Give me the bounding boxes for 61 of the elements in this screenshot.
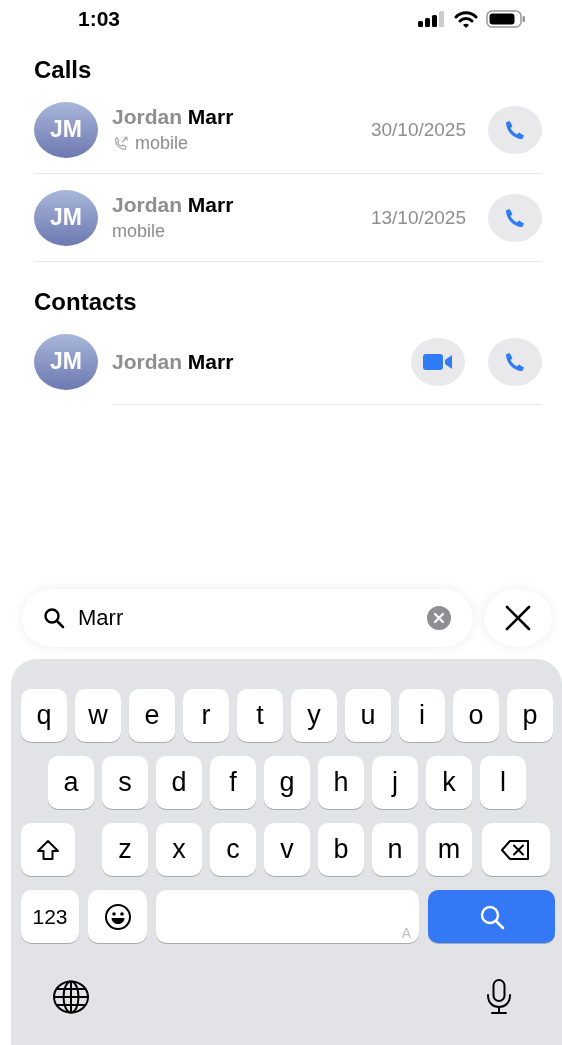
letter-key[interactable]: c	[210, 823, 256, 876]
numbers-key[interactable]: 123	[21, 890, 79, 943]
letter-key[interactable]: a	[48, 756, 94, 809]
signal-icon	[418, 11, 446, 27]
search-key[interactable]	[428, 890, 555, 943]
video-camera-icon	[423, 351, 453, 372]
call-date: 30/10/2025	[370, 118, 466, 141]
letter-key[interactable]: z	[102, 823, 148, 876]
letter-key[interactable]: e	[129, 689, 175, 742]
avatar: JM	[34, 101, 98, 158]
letter-key[interactable]: u	[345, 689, 391, 742]
letter-key[interactable]: i	[399, 689, 445, 742]
emoji-key[interactable]	[88, 890, 147, 943]
contact-name: Jordan Marr	[112, 349, 235, 374]
shift-key[interactable]	[21, 823, 75, 876]
letter-key[interactable]: h	[318, 756, 364, 809]
letter-key[interactable]: f	[210, 756, 256, 809]
letter-key[interactable]: w	[75, 689, 121, 742]
section-title: Contacts	[34, 287, 138, 317]
letter-key[interactable]: j	[372, 756, 418, 809]
search-field[interactable]: Marr	[22, 589, 473, 647]
call-row[interactable]: JM Jordan Marr mobile 13/10/2025	[34, 174, 542, 262]
close-icon	[505, 605, 531, 631]
battery-icon	[486, 10, 526, 28]
shift-icon	[36, 838, 60, 861]
letter-key[interactable]: q	[21, 689, 67, 742]
avatar: JM	[34, 333, 98, 390]
letter-key[interactable]: l	[480, 756, 526, 809]
phone-label: mobile	[112, 221, 166, 242]
letter-key[interactable]: t	[237, 689, 283, 742]
avatar: JM	[34, 189, 98, 246]
wifi-icon	[454, 10, 478, 28]
letter-key[interactable]: r	[183, 689, 229, 742]
globe-icon[interactable]	[52, 980, 90, 1014]
letter-key[interactable]: m	[426, 823, 472, 876]
status-time: 1:03	[78, 7, 121, 31]
search-icon	[42, 606, 66, 630]
microphone-icon[interactable]	[485, 979, 513, 1015]
letter-key[interactable]: b	[318, 823, 364, 876]
letter-key[interactable]: k	[426, 756, 472, 809]
letter-key[interactable]: n	[372, 823, 418, 876]
delete-key[interactable]	[482, 823, 550, 876]
letter-key[interactable]: s	[102, 756, 148, 809]
letter-key[interactable]: y	[291, 689, 337, 742]
contact-name: Jordan Marr	[112, 105, 235, 129]
letter-key[interactable]: p	[507, 689, 553, 742]
section-title: Calls	[34, 55, 93, 85]
letter-key[interactable]: v	[264, 823, 310, 876]
clear-icon[interactable]	[427, 606, 451, 630]
letter-key[interactable]: o	[453, 689, 499, 742]
contact-row[interactable]: JM Jordan Marr	[34, 318, 542, 405]
phone-label: mobile	[135, 133, 189, 154]
contact-name: Jordan Marr	[112, 193, 235, 217]
letter-key[interactable]: x	[156, 823, 202, 876]
letter-key[interactable]: g	[264, 756, 310, 809]
search-query: Marr	[78, 605, 125, 631]
call-row[interactable]: JM Jordan Marr mobile 30/10/2025	[34, 86, 542, 174]
backspace-icon	[501, 838, 531, 861]
letter-key[interactable]: d	[156, 756, 202, 809]
call-date: 13/10/2025	[370, 206, 466, 229]
emoji-icon	[103, 902, 132, 931]
